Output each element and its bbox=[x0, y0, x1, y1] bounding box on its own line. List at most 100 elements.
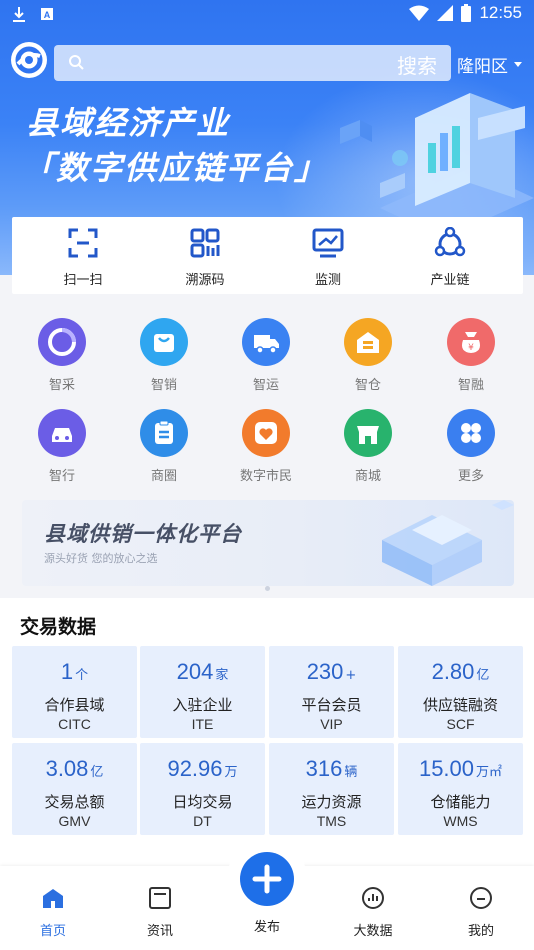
grid-label: 更多 bbox=[457, 469, 484, 484]
home-icon bbox=[43, 889, 63, 908]
cube-illustration bbox=[382, 500, 514, 586]
grid-item-business-district[interactable]: 商圈 bbox=[119, 409, 209, 484]
stat-card[interactable]: 316 辆 运力资源 TMS bbox=[269, 743, 394, 835]
news-icon bbox=[149, 887, 171, 909]
qr-code-icon bbox=[190, 228, 220, 258]
stat-name: 日均交易 bbox=[172, 793, 233, 811]
stat-code: SCF bbox=[446, 716, 475, 732]
logo-mark-icon bbox=[15, 46, 43, 74]
stat-card[interactable]: 2.80 亿 供应链融资 SCF bbox=[398, 646, 523, 738]
quick-tools: 扫一扫 溯源码 监测 产业链 bbox=[12, 217, 523, 294]
stat-name: 入驻企业 bbox=[172, 696, 233, 714]
tool-label: 产业链 bbox=[430, 273, 470, 288]
status-time: 12:55 bbox=[479, 3, 522, 22]
stat-value: 15.00 万㎡ bbox=[418, 756, 503, 781]
region-selector[interactable]: 隆阳区 bbox=[457, 52, 522, 77]
clipboard-icon bbox=[140, 409, 188, 457]
cell-signal-icon bbox=[437, 5, 454, 21]
nav-home[interactable]: 首页 bbox=[13, 886, 93, 939]
stat-value: 2.80 亿 bbox=[431, 659, 490, 684]
tool-industry-chain[interactable]: 产业链 bbox=[400, 226, 500, 288]
procure-icon bbox=[38, 318, 86, 366]
section-title: 交易数据 bbox=[20, 616, 97, 638]
grid-label: 智仓 bbox=[354, 378, 381, 393]
grid-label: 智行 bbox=[48, 469, 75, 484]
app-logo[interactable] bbox=[11, 42, 47, 78]
more-grid-icon bbox=[447, 409, 495, 457]
tool-label: 监测 bbox=[314, 273, 341, 288]
promo-banner[interactable]: 县域供销一体化平台 源头好货 您的放心之选 bbox=[22, 500, 514, 586]
banner-title-line1: 县域经济产业 bbox=[26, 104, 231, 142]
grid-label: 数字市民 bbox=[239, 469, 292, 484]
tool-trace-code[interactable]: 溯源码 bbox=[155, 227, 255, 288]
stat-card[interactable]: 230 + 平台会员 VIP bbox=[269, 646, 394, 738]
grid-item-transport[interactable]: 智运 bbox=[221, 318, 311, 393]
truck-icon bbox=[242, 318, 290, 366]
grid-item-mobility[interactable]: 智行 bbox=[17, 409, 107, 484]
top-bar: 搜索 隆阳区 bbox=[0, 42, 534, 84]
store-icon bbox=[344, 409, 392, 457]
nav-label: 首页 bbox=[39, 924, 66, 939]
nav-label: 资讯 bbox=[146, 924, 173, 939]
nav-mine[interactable]: 我的 bbox=[441, 886, 521, 939]
stat-card[interactable]: 15.00 万㎡ 仓储能力 WMS bbox=[398, 743, 523, 835]
stat-name: 交易总额 bbox=[44, 793, 105, 811]
grid-item-sales[interactable]: 智销 bbox=[119, 318, 209, 393]
stat-value: 204 家 bbox=[176, 659, 229, 684]
battery-icon bbox=[461, 4, 472, 22]
nav-news[interactable]: 资讯 bbox=[120, 886, 200, 939]
search-bar[interactable]: 搜索 bbox=[54, 45, 451, 81]
grid-label: 商城 bbox=[354, 469, 381, 484]
status-bar: A 12:55 bbox=[0, 0, 534, 30]
stat-name: 运力资源 bbox=[301, 793, 362, 811]
download-icon bbox=[13, 7, 25, 22]
stat-code: GMV bbox=[58, 813, 91, 829]
stat-code: ITE bbox=[191, 716, 214, 732]
plus-icon bbox=[252, 864, 282, 894]
warehouse-icon bbox=[344, 318, 392, 366]
tool-monitor[interactable]: 监测 bbox=[278, 227, 378, 288]
nav-label: 大数据 bbox=[353, 924, 393, 939]
stat-name: 仓储能力 bbox=[430, 793, 491, 811]
stat-card[interactable]: 204 家 入驻企业 ITE bbox=[140, 646, 265, 738]
wifi-icon bbox=[409, 5, 430, 21]
search-button[interactable]: 搜索 bbox=[397, 50, 437, 79]
stat-card[interactable]: 92.96 万 日均交易 DT bbox=[140, 743, 265, 835]
stat-value: 316 辆 bbox=[305, 756, 358, 781]
monitor-icon bbox=[312, 228, 344, 258]
publish-button[interactable] bbox=[240, 852, 294, 906]
data-platform-illustration bbox=[340, 93, 534, 218]
stat-card[interactable]: 1个 合作县域 CITC bbox=[12, 646, 137, 738]
grid-item-procure[interactable]: 智采 bbox=[17, 318, 107, 393]
tool-scan[interactable]: 扫一扫 bbox=[33, 227, 133, 288]
stat-card[interactable]: 3.08 亿 交易总额 GMV bbox=[12, 743, 137, 835]
publish-label: 发布 bbox=[253, 920, 280, 935]
grid-label: 智融 bbox=[457, 378, 484, 393]
stat-code: DT bbox=[193, 813, 212, 829]
grid-label: 商圈 bbox=[150, 469, 177, 484]
stat-name: 平台会员 bbox=[301, 696, 362, 714]
nav-bigdata[interactable]: 大数据 bbox=[333, 886, 413, 939]
stat-value: 3.08 亿 bbox=[45, 756, 104, 781]
stat-value: 1个 bbox=[60, 659, 89, 684]
trade-data-section: 交易数据 1个 合作县域 CITC 204 家 入驻企业 ITE 230 + 平台会… bbox=[0, 598, 534, 868]
carousel-dot bbox=[264, 586, 270, 591]
stat-code: VIP bbox=[320, 716, 343, 732]
svg-text:¥: ¥ bbox=[468, 343, 474, 353]
money-bag-icon: ¥ bbox=[447, 318, 495, 366]
stat-code: WMS bbox=[443, 813, 478, 829]
promo-title: 县域供销一体化平台 bbox=[44, 522, 242, 546]
shopping-bag-icon bbox=[140, 318, 188, 366]
grid-item-warehouse[interactable]: 智仓 bbox=[323, 318, 413, 393]
carousel-indicator bbox=[0, 576, 534, 595]
caret-down-icon bbox=[514, 62, 522, 67]
car-icon bbox=[38, 409, 86, 457]
stat-code: CITC bbox=[58, 716, 91, 732]
scan-icon bbox=[68, 228, 98, 258]
heart-icon bbox=[242, 409, 290, 457]
grid-item-finance[interactable]: ¥ 智融 bbox=[426, 318, 516, 393]
grid-item-mall[interactable]: 商城 bbox=[323, 409, 413, 484]
grid-item-digital-citizen[interactable]: 数字市民 bbox=[221, 409, 311, 484]
tool-label: 扫一扫 bbox=[63, 273, 103, 288]
grid-item-more[interactable]: 更多 bbox=[426, 409, 516, 484]
